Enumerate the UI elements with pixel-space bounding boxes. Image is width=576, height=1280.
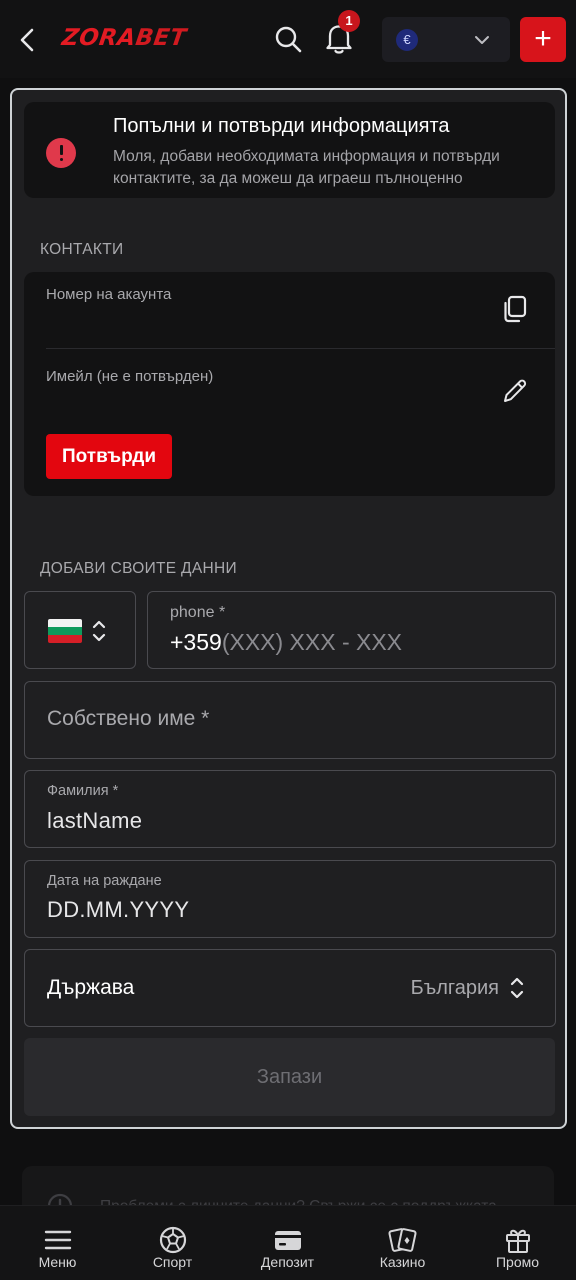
quick-deposit-button[interactable]: + — [520, 17, 566, 62]
phone-value: +359(XXX) XXX - XXX — [170, 629, 402, 656]
nav-label-sport: Спорт — [152, 1254, 193, 1270]
birthdate-value: DD.MM.YYYY — [47, 897, 190, 922]
phone-mask: (XXX) XXX - XXX — [221, 629, 403, 655]
pencil-icon — [504, 379, 527, 402]
phone-field[interactable]: phone * +359(XXX) XXX - XXX — [147, 591, 556, 669]
currency-select[interactable]: € — [382, 17, 510, 62]
phone-label: phone * — [170, 604, 226, 621]
country-select[interactable]: Държава България — [24, 949, 556, 1027]
last-name-label: Фамилия * — [47, 783, 119, 799]
euro-icon: € — [396, 29, 418, 51]
bulgaria-flag-icon — [48, 619, 82, 643]
edit-email-button[interactable] — [500, 376, 530, 406]
nav-item-casino[interactable]: Казино — [345, 1206, 460, 1280]
last-name-field[interactable]: Фамилия * lastName — [24, 770, 556, 848]
alert-card: Попълни и потвърди информацията Моля, до… — [24, 102, 555, 198]
logo[interactable]: ZORABET — [60, 22, 189, 54]
warning-icon — [46, 138, 76, 168]
chevron-down-icon — [475, 36, 489, 44]
cards-icon — [388, 1228, 417, 1252]
copy-button[interactable] — [500, 294, 530, 324]
profile-completion-modal: Попълни и потвърди информацията Моля, до… — [10, 88, 567, 1129]
contacts-section-label: КОНТАКТИ — [40, 241, 124, 258]
nav-label-menu: Меню — [38, 1254, 77, 1270]
phone-prefix: +359 — [170, 629, 222, 655]
chevron-updown-icon — [92, 620, 106, 642]
nav-item-menu[interactable]: Меню — [0, 1206, 115, 1280]
save-button[interactable]: Запази — [24, 1038, 555, 1116]
nav-item-sport[interactable]: Спорт — [115, 1206, 230, 1280]
wallet-icon — [275, 1231, 301, 1250]
last-name-value: lastName — [47, 808, 143, 833]
account-number-label: Номер на акаунта — [46, 286, 172, 303]
country-label: Държава — [47, 976, 135, 999]
confirm-email-button[interactable]: Потвърди — [46, 434, 172, 479]
plus-icon: + — [534, 22, 552, 55]
search-icon — [275, 26, 302, 53]
nav-label-casino: Казино — [379, 1254, 426, 1270]
phone-country-select[interactable] — [24, 591, 136, 669]
copy-icon — [504, 295, 527, 323]
notification-badge: 1 — [338, 10, 360, 32]
birthdate-field[interactable]: Дата на раждане DD.MM.YYYY — [24, 860, 556, 938]
gift-icon — [506, 1229, 530, 1253]
chevron-left-icon — [20, 28, 34, 52]
nav-item-deposit[interactable]: Депозит — [230, 1206, 345, 1280]
first-name-placeholder: Собствено име * — [47, 707, 210, 730]
menu-icon — [44, 1230, 72, 1250]
back-button[interactable] — [12, 22, 44, 58]
search-button[interactable] — [270, 20, 306, 58]
country-value: България — [410, 977, 499, 999]
contacts-card: Номер на акаунта Имейл (не е потвърден) … — [24, 272, 555, 496]
personal-data-section-label: ДОБАВИ СВОИТЕ ДАННИ — [40, 560, 237, 577]
birthdate-label: Дата на раждане — [47, 873, 162, 889]
alert-text: Моля, добави необходимата информация и п… — [113, 148, 500, 187]
bottom-navigation: Меню Спорт Депозит Казино Промо — [0, 1205, 576, 1280]
nav-label-promo: Промо — [495, 1254, 540, 1270]
nav-item-promo[interactable]: Промо — [460, 1206, 575, 1280]
top-bar: ZORABET 1 € + — [0, 0, 576, 78]
alert-title: Попълни и потвърди информацията — [113, 115, 450, 137]
divider — [46, 348, 555, 349]
soccer-ball-icon — [159, 1226, 187, 1254]
nav-label-deposit: Депозит — [260, 1254, 315, 1270]
email-label: Имейл (не е потвърден) — [46, 368, 214, 385]
first-name-field[interactable]: Собствено име * — [24, 681, 556, 759]
chevron-updown-icon — [510, 977, 524, 999]
